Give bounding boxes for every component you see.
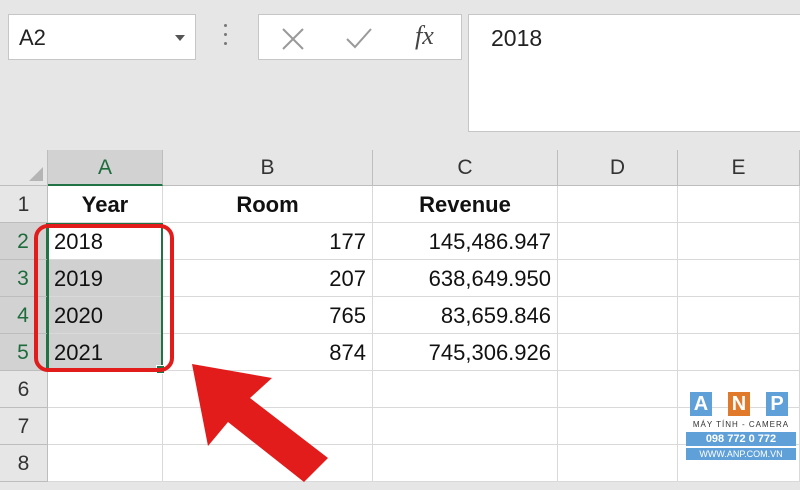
cell-b4[interactable]: 765 bbox=[163, 297, 373, 334]
formula-value: 2018 bbox=[491, 25, 543, 51]
cell-a7[interactable] bbox=[48, 408, 163, 445]
row-header-2[interactable]: 2 bbox=[0, 223, 48, 260]
cell-b3[interactable]: 207 bbox=[163, 260, 373, 297]
row-header-5[interactable]: 5 bbox=[0, 334, 48, 371]
logo-letter-p: P bbox=[766, 392, 788, 416]
name-box[interactable]: A2 bbox=[8, 14, 196, 60]
cell-c7[interactable] bbox=[373, 408, 558, 445]
formula-buttons: fx bbox=[258, 14, 462, 60]
cell-a5[interactable]: 2021 bbox=[48, 334, 163, 371]
cell-c6[interactable] bbox=[373, 371, 558, 408]
logo-tagline: MÁY TÍNH - CAMERA bbox=[692, 420, 790, 429]
cell-e1[interactable] bbox=[678, 186, 800, 223]
cell-e4[interactable] bbox=[678, 297, 800, 334]
cell-d6[interactable] bbox=[558, 371, 678, 408]
cell-d5[interactable] bbox=[558, 334, 678, 371]
column-header-e[interactable]: E bbox=[678, 150, 800, 186]
fill-handle[interactable] bbox=[156, 365, 165, 374]
cell-c2[interactable]: 145,486.947 bbox=[373, 223, 558, 260]
row-header-7[interactable]: 7 bbox=[0, 408, 48, 445]
cell-e2[interactable] bbox=[678, 223, 800, 260]
cell-a2[interactable]: 2018 bbox=[48, 223, 163, 260]
cell-d1[interactable] bbox=[558, 186, 678, 223]
insert-function-icon[interactable]: fx bbox=[405, 21, 445, 55]
select-all-button[interactable] bbox=[0, 150, 48, 186]
cell-a4[interactable]: 2020 bbox=[48, 297, 163, 334]
cell-d8[interactable] bbox=[558, 445, 678, 482]
row-header-6[interactable]: 6 bbox=[0, 371, 48, 408]
chevron-down-icon[interactable] bbox=[175, 35, 185, 41]
cell-d2[interactable] bbox=[558, 223, 678, 260]
cell-c8[interactable] bbox=[373, 445, 558, 482]
logo-letter-a: A bbox=[690, 392, 712, 416]
cell-c5[interactable]: 745,306.926 bbox=[373, 334, 558, 371]
cell-d3[interactable] bbox=[558, 260, 678, 297]
row-header-8[interactable]: 8 bbox=[0, 445, 48, 482]
column-header-b[interactable]: B bbox=[163, 150, 373, 186]
spreadsheet-grid: A B C D E 1 2 3 4 5 6 7 8 Year Room Reve… bbox=[0, 150, 800, 482]
cell-d4[interactable] bbox=[558, 297, 678, 334]
column-header-a[interactable]: A bbox=[48, 150, 163, 186]
column-header-d[interactable]: D bbox=[558, 150, 678, 186]
more-options-icon[interactable] bbox=[224, 24, 228, 48]
cell-d7[interactable] bbox=[558, 408, 678, 445]
cell-b2[interactable]: 177 bbox=[163, 223, 373, 260]
check-icon[interactable] bbox=[339, 21, 379, 55]
cancel-icon[interactable] bbox=[273, 21, 313, 55]
cell-b1[interactable]: Room bbox=[163, 186, 373, 223]
cell-a8[interactable] bbox=[48, 445, 163, 482]
formula-input[interactable]: 2018 bbox=[468, 14, 800, 132]
row-header-4[interactable]: 4 bbox=[0, 297, 48, 334]
logo-website: WWW.ANP.COM.VN bbox=[686, 448, 796, 460]
cell-c3[interactable]: 638,649.950 bbox=[373, 260, 558, 297]
cell-e3[interactable] bbox=[678, 260, 800, 297]
cell-a3[interactable]: 2019 bbox=[48, 260, 163, 297]
formula-bar-area: A2 fx 2018 bbox=[0, 0, 800, 150]
cell-a6[interactable] bbox=[48, 371, 163, 408]
annotation-arrow-icon bbox=[192, 364, 328, 482]
row-header-3[interactable]: 3 bbox=[0, 260, 48, 297]
row-header-1[interactable]: 1 bbox=[0, 186, 48, 223]
logo-letter-n: N bbox=[728, 392, 750, 416]
anp-watermark-logo: A N P MÁY TÍNH - CAMERA 098 772 0 772 WW… bbox=[686, 392, 796, 472]
cell-c1[interactable]: Revenue bbox=[373, 186, 558, 223]
logo-phone: 098 772 0 772 bbox=[686, 432, 796, 446]
cell-c4[interactable]: 83,659.846 bbox=[373, 297, 558, 334]
cell-a1[interactable]: Year bbox=[48, 186, 163, 223]
name-box-value: A2 bbox=[19, 25, 46, 50]
column-header-c[interactable]: C bbox=[373, 150, 558, 186]
cell-e5[interactable] bbox=[678, 334, 800, 371]
